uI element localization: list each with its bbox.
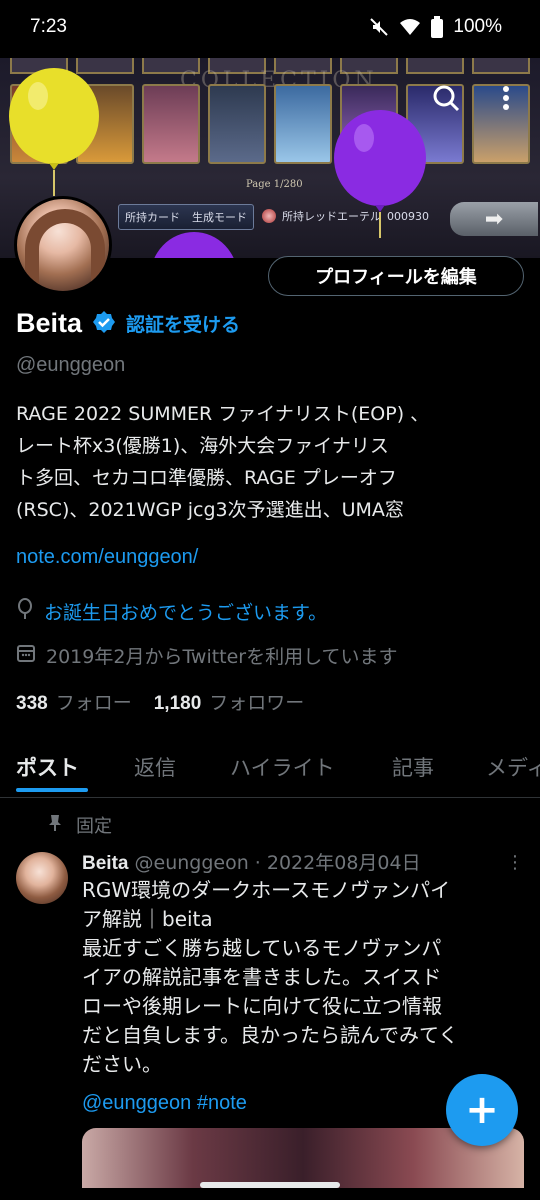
status-time: 7:23 [30,16,67,37]
wifi-icon [399,17,421,37]
calendar-icon [16,643,36,668]
more-vertical-icon[interactable] [488,80,524,116]
balloon-outline-icon [16,598,34,625]
compose-plus-icon[interactable]: + [446,1074,518,1146]
post-author[interactable]: Beita [82,853,128,874]
mute-icon [369,17,389,37]
handle: @eunggeon [16,354,126,376]
verified-badge-icon [92,310,116,338]
red-ether-icon [262,209,276,223]
post-line: ださい。 [82,1052,162,1076]
banner-mode-tabs: 所持カード 生成モード [118,204,254,230]
balloon-icon [334,110,426,238]
status-icons: 100% [369,16,502,38]
banner-arrow-right-icon: ➡ [450,202,538,236]
display-name: Beita [16,308,83,338]
bio-line: ト多回、セカコロ準優勝、RAGE プレーオフ [16,467,397,489]
search-icon[interactable] [428,80,464,116]
followers-label: フォロワー [209,692,305,714]
post-line: RGW環境のダークホースモノヴァンパイ [82,878,451,902]
follow-stats: 338 フォロー 1,180 フォロワー [16,688,304,715]
tab-media[interactable]: メディ [486,744,540,782]
tab-replies-label: 返信 [134,756,176,780]
bio-link[interactable]: note.com/eunggeon/ [16,546,198,569]
post-line: だと自負します。良かったら読んでみてく [82,1023,459,1047]
tab-articles-label: 記事 [392,756,434,780]
tab-posts[interactable]: ポスト [16,744,88,792]
birthday-row[interactable]: お誕生日おめでとうございます。 [16,598,327,625]
post-line: イアの解説記事を書きました。スイスド [82,965,442,989]
banner-page-text: Page 1/280 [246,179,303,190]
bio: RAGE 2022 SUMMER ファイナリスト(EOP) 、 レート杯x3(優… [16,398,526,526]
balloon-icon [9,68,99,196]
tab-media-label: メディ [486,756,540,780]
tab-highlights[interactable]: ハイライト [230,744,335,782]
joined-text: 2019年2月からTwitterを利用しています [46,646,398,668]
pin-icon [48,814,62,837]
edit-profile-button[interactable]: プロフィールを編集 [268,256,524,296]
followers-count: 1,180 [153,693,202,714]
pinned-indicator: 固定 [48,812,112,838]
balloon-icon [154,232,234,258]
post-tags[interactable]: @eunggeon #note [82,1092,247,1115]
post-avatar[interactable] [16,852,68,904]
tab-articles[interactable]: 記事 [392,744,434,782]
post-meta: @eunggeon · 2022年08月04日 [128,852,421,874]
profile-tabs: ポスト 返信 ハイライト 記事 メディ [0,744,540,798]
following-count: 338 [16,693,48,714]
post-body[interactable]: RGW環境のダークホースモノヴァンパイ ア解説｜beita 最近すごく勝ち越して… [82,876,528,1079]
name-row: Beita 認証を受ける [16,308,240,339]
birthday-text: お誕生日おめでとうございます。 [44,602,328,624]
status-bar: 7:23 100% [0,0,540,58]
bio-line: レート杯x3(優勝1)、海外大会ファイナリス [16,435,389,457]
battery-icon [431,16,444,38]
post-line: ローや後期レートに向けて役に立つ情報 [82,994,442,1018]
home-indicator[interactable] [200,1182,340,1188]
following-label: フォロー [55,692,132,714]
pinned-label: 固定 [76,816,112,837]
tab-active-indicator [16,788,88,792]
tab-replies[interactable]: 返信 [134,744,176,782]
post-more-icon[interactable]: ⋮ [506,852,524,873]
get-verified-link[interactable]: 認証を受ける [126,310,240,337]
bio-line: RAGE 2022 SUMMER ファイナリスト(EOP) 、 [16,403,430,425]
tab-posts-label: ポスト [16,756,79,780]
post-line: 最近すごく勝ち越しているモノヴァンパ [82,936,442,960]
tab-highlights-label: ハイライト [230,756,335,780]
post-line: ア解説｜beita [82,907,213,931]
banner-owned-card-label: 所持カード [125,211,180,224]
banner-create-mode-label: 生成モード [192,211,247,224]
followers-link[interactable]: 1,180 フォロワー [154,688,305,715]
bio-line: (RSC)、2021WGP jcg3次予選進出、UMA窓 [16,499,404,521]
post-header: Beita @eunggeon · 2022年08月04日 [82,848,421,875]
following-link[interactable]: 338 フォロー [16,688,132,715]
battery-percent: 100% [453,16,502,37]
avatar[interactable] [14,196,112,294]
joined-row: 2019年2月からTwitterを利用しています [16,642,398,669]
